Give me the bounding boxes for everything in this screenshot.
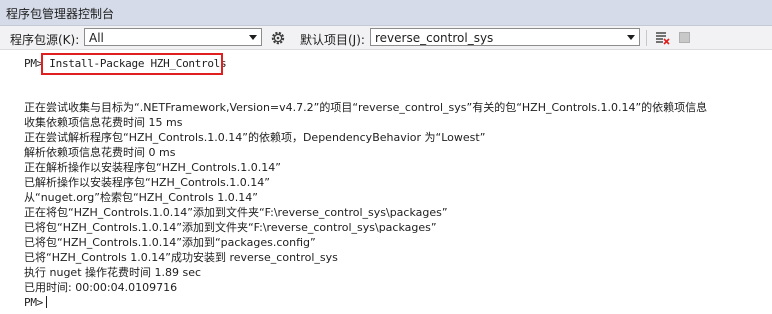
toolbar: 程序包源(K): All 默认项目(J): reverse_control_sy…: [0, 26, 772, 50]
output-line: 正在尝试解析程序包“HZH_Controls.1.0.14”的依赖项，Depen…: [24, 131, 486, 144]
output-line: 正在解析操作以安装程序包“HZH_Controls.1.0.14”: [24, 161, 281, 174]
toolbar-separator: [646, 30, 647, 46]
command-highlight-box: [41, 53, 223, 75]
output-line: 执行 nuget 操作花费时间 1.89 sec: [24, 266, 202, 279]
title-bar: 程序包管理器控制台: [0, 0, 772, 26]
console-output[interactable]: PM> Install-Package HZH_Controls 正在尝试收集与…: [0, 50, 772, 314]
chevron-down-icon: [627, 35, 635, 40]
prompt: PM>: [24, 296, 43, 309]
output-line: 正在尝试收集与目标为“.NETFramework,Version=v4.7.2”…: [24, 101, 708, 114]
clear-console-icon[interactable]: [654, 30, 670, 46]
default-project-value: reverse_control_sys: [375, 31, 494, 45]
output-line: 已将包“HZH_Controls.1.0.14”添加到“packages.con…: [24, 236, 316, 249]
output-line: 收集依赖项信息花费时间 15 ms: [24, 116, 183, 129]
package-source-label: 程序包源(K):: [10, 33, 80, 47]
output-line: 解析依赖项信息花费时间 0 ms: [24, 146, 176, 159]
final-prompt-line[interactable]: PM>: [24, 295, 47, 310]
default-project-dropdown[interactable]: reverse_control_sys: [370, 28, 640, 46]
output-line: 正在将包“HZH_Controls.1.0.14”添加到文件夹“F:\rever…: [24, 206, 448, 219]
output-line: 已用时间: 00:00:04.0109716: [24, 281, 178, 294]
default-project-label: 默认项目(J):: [300, 33, 365, 47]
window-title: 程序包管理器控制台: [6, 7, 115, 21]
package-source-dropdown[interactable]: All: [84, 28, 262, 46]
output-line: 从“nuget.org”检索包“HZH_Controls 1.0.14”: [24, 191, 258, 204]
chevron-down-icon: [249, 35, 257, 40]
output-line: 已将包“HZH_Controls.1.0.14”添加到文件夹“F:\revers…: [24, 221, 437, 234]
output-line: 已将“HZH_Controls 1.0.14”成功安装到 reverse_con…: [24, 251, 338, 264]
package-source-value: All: [89, 31, 104, 45]
gear-icon[interactable]: [270, 30, 286, 46]
text-cursor: [45, 296, 47, 308]
output-line: 已解析操作以安装程序包“HZH_Controls.1.0.14”: [24, 176, 270, 189]
stop-icon[interactable]: [679, 32, 690, 43]
